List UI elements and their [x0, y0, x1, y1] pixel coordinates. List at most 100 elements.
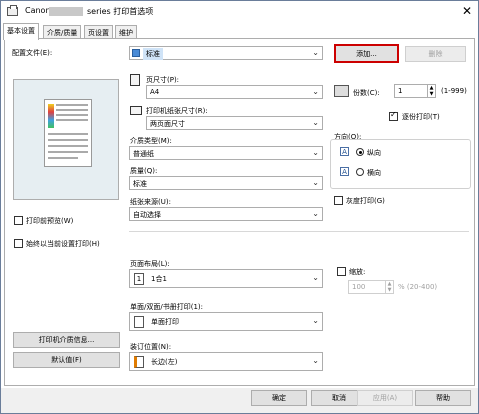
- help-button[interactable]: 帮助: [415, 390, 471, 406]
- printer-media-info-button[interactable]: 打印机介质信息...: [13, 332, 120, 348]
- preview-text-line: [48, 151, 88, 153]
- printer-icon: [7, 5, 18, 16]
- media-type-label: 介质类型(M):: [130, 137, 172, 145]
- preview-page: [44, 99, 92, 167]
- basic-settings-panel: 配置文件(E): 标准 ⌄ 添加... 删除 页尺寸(P): A4 ⌄ 打印机纸…: [4, 38, 475, 386]
- duplex-select[interactable]: 单面打印 ⌄: [129, 312, 323, 331]
- grayscale-label: 灰度打印(G): [346, 197, 385, 205]
- chevron-down-icon: ⌄: [312, 48, 319, 57]
- paper-source-label: 纸张来源(U):: [130, 198, 171, 206]
- page-size-select[interactable]: A4 ⌄: [146, 85, 323, 99]
- landscape-radio[interactable]: [356, 168, 364, 176]
- tab-page-setup[interactable]: 页设置: [84, 25, 113, 39]
- quality-label: 质量(Q):: [130, 167, 158, 175]
- page-size-label: 页尺寸(P):: [146, 76, 180, 84]
- chevron-down-icon: ⌄: [312, 356, 319, 365]
- title-redacted-model: [49, 7, 83, 16]
- chevron-down-icon: ⌄: [312, 316, 319, 325]
- copies-range: (1-999): [441, 87, 467, 95]
- preview-before-print-checkbox[interactable]: [14, 216, 23, 225]
- portrait-label: 纵向: [367, 149, 381, 157]
- preview-before-print-label: 打印前预览(W): [26, 217, 74, 225]
- portrait-icon: A: [340, 147, 349, 156]
- add-profile-button[interactable]: 添加...: [334, 44, 399, 63]
- preview-text-line: [56, 104, 88, 106]
- collate-checkbox[interactable]: [389, 110, 398, 121]
- chevron-down-icon: ⌄: [312, 209, 319, 218]
- duplex-label: 单面/双面/书册打印(1):: [130, 303, 203, 311]
- profile-select[interactable]: 标准 ⌄: [129, 46, 323, 60]
- chevron-down-icon: ⌄: [312, 148, 319, 157]
- output-size-select[interactable]: 两页面尺寸 ⌄: [146, 116, 323, 130]
- stapling-value: 长边(左): [151, 358, 178, 366]
- preview-text-line: [56, 119, 88, 121]
- close-icon[interactable]: ✕: [462, 4, 472, 18]
- paper-source-select[interactable]: 自动选择 ⌄: [129, 207, 323, 221]
- page-layout-icon: 1: [134, 273, 144, 285]
- output-size-label: 打印机纸张尺寸(R):: [146, 107, 208, 115]
- preview-text-line: [48, 157, 78, 159]
- long-edge-left-icon: [134, 356, 144, 368]
- delete-profile-button[interactable]: 删除: [405, 46, 466, 62]
- page-layout-value: 1合1: [151, 275, 167, 283]
- stapling-select[interactable]: 长边(左) ⌄: [129, 352, 323, 371]
- scaling-spinner[interactable]: 100 ▲ ▼: [348, 280, 394, 294]
- output-size-value: 两页面尺寸: [150, 120, 185, 128]
- chevron-down-icon: ⌄: [312, 87, 319, 96]
- preview-text-line: [48, 133, 88, 135]
- preview-text-line: [48, 139, 88, 141]
- title-prefix: Canon: [25, 6, 51, 15]
- spinner-arrows-icon[interactable]: ▲ ▼: [427, 85, 435, 97]
- portrait-radio[interactable]: [356, 148, 364, 156]
- copies-stack-icon: [334, 85, 349, 97]
- tab-basic-settings[interactable]: 基本设置: [3, 23, 39, 40]
- print-preview-area: [13, 79, 119, 200]
- scaling-value: 100: [352, 283, 366, 291]
- single-sided-icon: [134, 316, 144, 328]
- media-type-value: 普通纸: [133, 150, 154, 158]
- always-print-current-label: 始终以当前设置打印(H): [26, 240, 100, 248]
- chevron-down-icon: ⌄: [312, 118, 319, 127]
- title-suffix: series 打印首选项: [87, 7, 154, 16]
- profile-value: 标准: [143, 48, 163, 60]
- preview-text-line: [56, 109, 88, 111]
- copies-value: 1: [398, 87, 403, 95]
- page-size-icon: [130, 74, 140, 86]
- preview-text-line: [56, 114, 88, 116]
- copies-label: 份数(C):: [353, 89, 380, 97]
- spinner-arrows-icon[interactable]: ▲ ▼: [385, 281, 393, 293]
- page-layout-select[interactable]: 1 1合1 ⌄: [129, 269, 323, 288]
- dialog-button-bar: 确定 取消 应用(A) 帮助: [1, 388, 478, 413]
- preview-text-line: [48, 145, 88, 147]
- print-preferences-window: Canon series 打印首选项 ✕ 基本设置 介质/质量 页设置 维护 配…: [0, 0, 479, 414]
- chevron-down-icon: ⌄: [312, 273, 319, 282]
- scaling-label: 缩放:: [349, 268, 366, 276]
- landscape-icon: A: [340, 167, 349, 176]
- quality-value: 标准: [133, 180, 147, 188]
- always-print-current-checkbox[interactable]: [14, 239, 23, 248]
- ok-button[interactable]: 确定: [251, 390, 307, 406]
- tab-media-quality[interactable]: 介质/质量: [43, 25, 82, 39]
- page-layout-label: 页面布局(L):: [130, 260, 170, 268]
- copies-spinner[interactable]: 1 ▲ ▼: [394, 84, 436, 98]
- stapling-label: 装订位置(N):: [130, 343, 172, 351]
- divider: [129, 231, 469, 232]
- profile-icon: [132, 49, 140, 57]
- duplex-value: 单面打印: [151, 318, 179, 326]
- apply-button[interactable]: 应用(A): [357, 390, 413, 406]
- scaling-checkbox[interactable]: [337, 267, 346, 276]
- paper-source-value: 自动选择: [133, 211, 161, 219]
- collate-label: 逐份打印(T): [402, 113, 440, 121]
- printer-paper-icon: [130, 106, 142, 115]
- chevron-down-icon: ⌄: [312, 178, 319, 187]
- orientation-group: A 纵向 A 横向: [330, 139, 471, 189]
- page-size-value: A4: [150, 88, 160, 96]
- grayscale-checkbox[interactable]: [334, 196, 343, 205]
- landscape-label: 横向: [367, 169, 381, 177]
- defaults-button[interactable]: 默认值(F): [13, 352, 120, 368]
- title-bar: Canon series 打印首选项 ✕: [1, 1, 478, 23]
- tab-maintenance[interactable]: 维护: [115, 25, 137, 39]
- media-type-select[interactable]: 普通纸 ⌄: [129, 146, 323, 160]
- preview-color-strip: [48, 104, 54, 128]
- quality-select[interactable]: 标准 ⌄: [129, 176, 323, 190]
